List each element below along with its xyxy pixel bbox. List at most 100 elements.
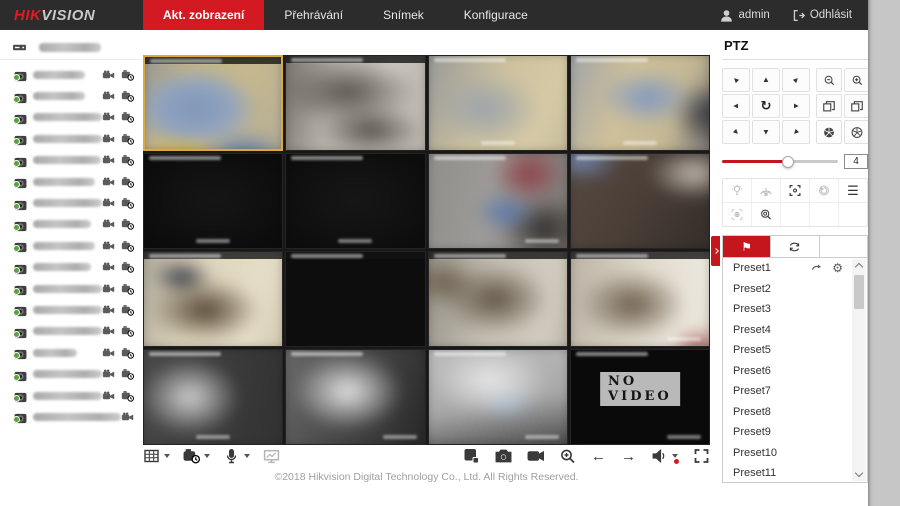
camera-row[interactable]	[0, 299, 142, 320]
ptz-up-button[interactable]: ▲	[752, 68, 780, 92]
snapshot-button[interactable]	[495, 448, 512, 464]
video-cell-5[interactable]	[143, 153, 283, 249]
camera-row[interactable]	[0, 406, 142, 427]
record-icon[interactable]	[102, 69, 115, 81]
tab-picture[interactable]: Snímek	[363, 0, 444, 30]
next-page-button[interactable]: →	[621, 449, 636, 464]
preset-item-7[interactable]: Preset7	[723, 381, 867, 402]
record-icon[interactable]	[121, 411, 134, 423]
panel-collapse-handle[interactable]	[711, 236, 720, 266]
record-icon[interactable]	[102, 240, 115, 252]
preset-scrollbar[interactable]	[852, 259, 866, 481]
fullscreen-button[interactable]	[693, 448, 710, 464]
tab-playback[interactable]: Přehrávání	[264, 0, 363, 30]
zoom-out-button[interactable]	[816, 68, 842, 92]
ptz-left-button[interactable]: ▲	[722, 94, 750, 118]
focus-near-button[interactable]	[816, 94, 842, 118]
camera-row[interactable]	[0, 150, 142, 171]
schedule-icon[interactable]	[121, 69, 134, 81]
camera-row[interactable]	[0, 235, 142, 256]
record-icon[interactable]	[102, 261, 115, 273]
3d-positioning-button[interactable]	[780, 179, 809, 202]
schedule-icon[interactable]	[121, 133, 134, 145]
wiper-button[interactable]	[751, 179, 780, 202]
stop-all-button[interactable]	[463, 448, 480, 464]
digital-zoom-button[interactable]	[559, 448, 576, 464]
schedule-icon[interactable]	[121, 347, 134, 359]
tab-configuration[interactable]: Konfigurace	[444, 0, 548, 30]
previous-page-button[interactable]: ←	[591, 449, 606, 464]
video-cell-11[interactable]	[428, 251, 568, 347]
camera-row[interactable]	[0, 385, 142, 406]
lens-initialization-button[interactable]	[809, 179, 838, 202]
schedule-icon[interactable]	[121, 111, 134, 123]
record-icon[interactable]	[102, 283, 115, 295]
record-icon[interactable]	[102, 325, 115, 337]
logout-button[interactable]: Odhlásit	[792, 9, 852, 22]
tab-empty[interactable]	[819, 236, 867, 257]
iris-open-button[interactable]	[844, 120, 870, 144]
video-cell-10[interactable]	[285, 251, 425, 347]
record-icon[interactable]	[102, 218, 115, 230]
video-cell-12[interactable]	[570, 251, 710, 347]
layout-grid-button[interactable]	[143, 448, 170, 464]
schedule-icon[interactable]	[121, 90, 134, 102]
focus-far-button[interactable]	[844, 94, 870, 118]
schedule-icon[interactable]	[121, 368, 134, 380]
camera-row[interactable]	[0, 363, 142, 384]
video-cell-15[interactable]	[428, 349, 568, 445]
slider-thumb[interactable]	[782, 156, 794, 168]
preset-item-8[interactable]: Preset8	[723, 402, 867, 423]
ptz-down-button[interactable]: ▲	[752, 120, 780, 144]
camera-row[interactable]	[0, 321, 142, 342]
schedule-icon[interactable]	[121, 261, 134, 273]
preset-item-6[interactable]: Preset6	[723, 361, 867, 382]
schedule-icon[interactable]	[121, 176, 134, 188]
record-icon[interactable]	[102, 197, 115, 209]
video-cell-3[interactable]	[428, 55, 568, 151]
two-way-audio-button[interactable]	[223, 448, 250, 464]
device-node[interactable]	[0, 36, 142, 60]
scroll-thumb[interactable]	[854, 275, 864, 309]
video-cell-8[interactable]	[570, 153, 710, 249]
audio-volume-button[interactable]	[651, 448, 678, 464]
preset-item-1[interactable]: Preset1 ⚙	[723, 258, 867, 279]
schedule-icon[interactable]	[121, 283, 134, 295]
schedule-icon[interactable]	[121, 218, 134, 230]
tab-live-view[interactable]: Akt. zobrazení	[143, 0, 264, 30]
capture-schedule-button[interactable]	[183, 448, 210, 464]
video-cell-4[interactable]	[570, 55, 710, 151]
ptz-down-left-button[interactable]: ▲	[722, 120, 750, 144]
ptz-right-button[interactable]: ▲	[782, 94, 810, 118]
schedule-icon[interactable]	[121, 240, 134, 252]
record-icon[interactable]	[102, 176, 115, 188]
ptz-speed-slider[interactable]	[722, 160, 838, 163]
call-preset-icon[interactable]	[811, 263, 823, 273]
preset-item-2[interactable]: Preset2	[723, 279, 867, 300]
camera-row[interactable]	[0, 64, 142, 85]
record-icon[interactable]	[102, 304, 115, 316]
camera-row[interactable]	[0, 214, 142, 235]
camera-row[interactable]	[0, 85, 142, 106]
preset-item-5[interactable]: Preset5	[723, 340, 867, 361]
video-cell-14[interactable]	[285, 349, 425, 445]
scroll-up-icon[interactable]	[855, 263, 863, 271]
camera-row[interactable]	[0, 171, 142, 192]
tab-patrol[interactable]	[770, 236, 818, 257]
record-icon[interactable]	[102, 90, 115, 102]
ptz-down-right-button[interactable]: ▲	[782, 120, 810, 144]
tab-preset-active[interactable]: ⚑	[723, 236, 770, 257]
schedule-icon[interactable]	[121, 154, 134, 166]
preset-item-11[interactable]: Preset11	[723, 463, 867, 483]
ptz-up-left-button[interactable]: ▲	[722, 68, 750, 92]
schedule-icon[interactable]	[121, 390, 134, 402]
video-cell-7[interactable]	[428, 153, 568, 249]
video-cell-16-no-video[interactable]: NO VIDEO	[570, 349, 710, 445]
record-button[interactable]	[527, 448, 544, 464]
record-icon[interactable]	[102, 368, 115, 380]
camera-row[interactable]	[0, 257, 142, 278]
preset-item-10[interactable]: Preset10	[723, 443, 867, 464]
third-stream-button[interactable]	[263, 448, 280, 464]
video-cell-1-selected[interactable]	[143, 55, 283, 151]
record-icon[interactable]	[102, 133, 115, 145]
